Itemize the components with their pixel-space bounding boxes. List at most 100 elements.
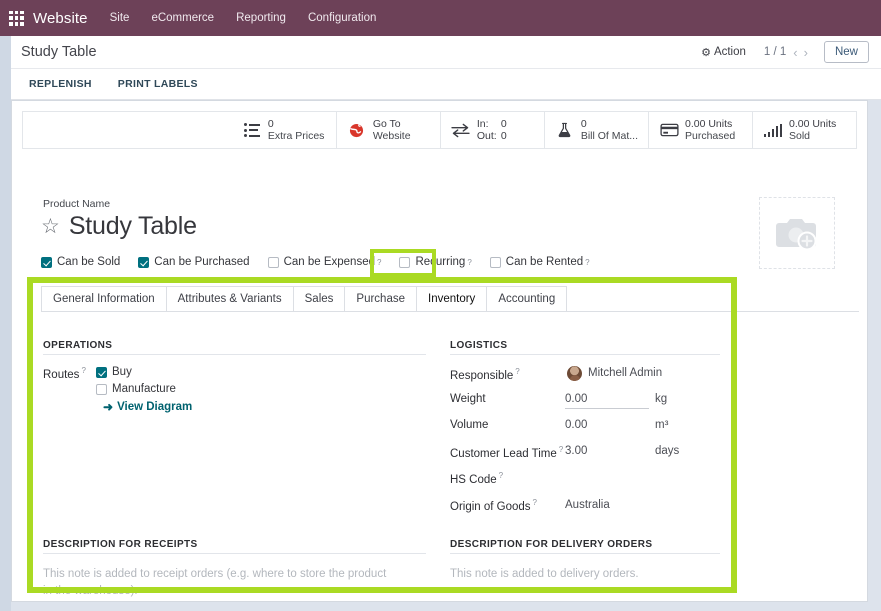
route-buy[interactable]: Buy <box>96 366 132 378</box>
nav-item-site[interactable]: Site <box>110 12 130 24</box>
checkbox-can-be-purchased[interactable]: Can be Purchased <box>138 256 250 268</box>
page-left-strip <box>0 36 11 611</box>
route-manufacture[interactable]: Manufacture <box>96 383 176 395</box>
action-label: Action <box>713 46 746 58</box>
help-icon-routes[interactable]: ? <box>81 366 85 375</box>
volume-unit: m³ <box>655 419 669 431</box>
stat-button-extra-prices-text: 0 Extra Prices <box>268 118 325 142</box>
stat-out-value: 0 <box>500 130 507 142</box>
tabs-underline <box>41 311 859 312</box>
checkbox-can-be-expensed[interactable]: Can be Expensed ? <box>267 256 381 268</box>
chevron-left-icon[interactable]: ‹ <box>793 45 797 60</box>
view-diagram-label: View Diagram <box>117 401 193 413</box>
checkbox-recurring-box[interactable] <box>399 256 411 268</box>
action-button[interactable]: ⚙ Action <box>701 46 746 59</box>
checkbox-route-manufacture[interactable] <box>96 383 107 395</box>
help-icon-origin-of-goods[interactable]: ? <box>533 498 537 507</box>
secondary-button-bar: REPLENISH PRINT LABELS <box>11 69 881 100</box>
operations-section-title: OPERATIONS <box>43 340 113 351</box>
gear-icon: ⚙ <box>701 46 711 59</box>
new-button[interactable]: New <box>823 41 869 63</box>
stat-button-bom-text: 0 Bill Of Mat... <box>581 118 638 142</box>
description-receipts-rule <box>43 553 426 554</box>
arrow-right-icon: ➜ <box>103 400 114 414</box>
control-panel-right: ⚙ Action 1 / 1 ‹ › New <box>701 41 881 63</box>
checkbox-can-be-rented-box[interactable] <box>489 256 501 268</box>
exchange-icon <box>451 123 471 138</box>
customer-lead-time-value[interactable]: 3.00 <box>565 445 587 457</box>
checkbox-can-be-purchased-label: Can be Purchased <box>154 256 250 268</box>
help-icon-can-be-expensed[interactable]: ? <box>377 258 381 267</box>
stat-button-go-to-website[interactable]: Go To Website <box>335 112 440 148</box>
logistics-section-title: LOGISTICS <box>450 340 508 351</box>
print-labels-button[interactable]: PRINT LABELS <box>118 78 198 90</box>
stat-in-label: In: <box>476 117 489 130</box>
description-receipts-input[interactable]: This note is added to receipt orders (e.… <box>43 566 393 600</box>
tab-inventory[interactable]: Inventory <box>416 286 488 311</box>
checkbox-can-be-sold-label: Can be Sold <box>57 256 121 268</box>
view-diagram-link[interactable]: ➜ View Diagram <box>103 400 192 414</box>
tab-accounting[interactable]: Accounting <box>486 286 568 311</box>
tab-attributes-variants[interactable]: Attributes & Variants <box>165 286 294 311</box>
responsible-label: Responsible? <box>450 367 520 382</box>
camera-add-icon <box>776 219 817 251</box>
hs-code-label-text: HS Code <box>450 473 497 486</box>
form-sheet-inner: 0 Extra Prices Go To Website In: 0 Out: … <box>12 101 867 601</box>
help-icon-hs-code[interactable]: ? <box>499 471 503 480</box>
checkbox-route-buy[interactable] <box>96 366 107 378</box>
product-image-placeholder[interactable] <box>759 197 835 269</box>
stat-in-value: 0 <box>500 117 507 130</box>
tab-general-information[interactable]: General Information <box>41 286 167 311</box>
replenish-button[interactable]: REPLENISH <box>29 78 92 90</box>
globe-icon <box>347 123 367 138</box>
form-sheet: 0 Extra Prices Go To Website In: 0 Out: … <box>11 100 868 602</box>
checkbox-can-be-purchased-box[interactable] <box>138 256 150 268</box>
checkbox-can-be-sold-box[interactable] <box>41 256 52 268</box>
weight-field-underline <box>565 408 649 409</box>
nav-item-ecommerce[interactable]: eCommerce <box>151 12 214 24</box>
checkbox-can-be-expensed-label: Can be Expensed <box>283 256 375 268</box>
navbar-brand[interactable]: Website <box>33 10 88 27</box>
stat-button-extra-prices[interactable]: 0 Extra Prices <box>232 112 336 148</box>
responsible-value[interactable]: Mitchell Admin <box>588 367 662 379</box>
stat-in-row: In: 0 <box>477 118 507 131</box>
help-icon-customer-lead-time[interactable]: ? <box>559 445 563 454</box>
nav-item-reporting[interactable]: Reporting <box>236 12 286 24</box>
stat-button-in-out[interactable]: In: 0 Out: 0 <box>439 112 544 148</box>
help-icon-recurring[interactable]: ? <box>467 258 471 267</box>
responsible-label-text: Responsible <box>450 369 514 382</box>
route-manufacture-label: Manufacture <box>112 383 176 395</box>
stat-website-label: Website <box>372 130 411 142</box>
chevron-right-icon[interactable]: › <box>804 45 808 60</box>
checkbox-recurring[interactable]: Recurring ? <box>399 256 472 268</box>
page-title[interactable]: Study Table <box>69 212 197 241</box>
tab-purchase[interactable]: Purchase <box>344 286 417 311</box>
list-icon <box>242 123 262 137</box>
tab-sales[interactable]: Sales <box>292 286 346 311</box>
customer-lead-time-label-text: Customer Lead Time <box>450 447 557 460</box>
stat-button-purchased[interactable]: 0.00 Units Purchased <box>648 112 752 148</box>
avatar <box>567 366 582 381</box>
stat-extra-prices-label: Extra Prices <box>267 130 325 142</box>
pager-count: 1 / 1 <box>763 46 787 58</box>
volume-label: Volume <box>450 419 489 431</box>
stat-button-bill-of-materials[interactable]: 0 Bill Of Mat... <box>543 112 648 148</box>
product-name-label: Product Name <box>43 198 111 210</box>
volume-value[interactable]: 0.00 <box>565 419 587 431</box>
stat-button-sold[interactable]: 0.00 Units Sold <box>752 112 856 148</box>
checkbox-can-be-rented[interactable]: Can be Rented ? <box>489 256 590 268</box>
help-icon-can-be-rented[interactable]: ? <box>585 258 589 267</box>
apps-grid-icon[interactable] <box>9 10 24 26</box>
checkbox-can-be-expensed-box[interactable] <box>267 256 279 268</box>
nav-item-configuration[interactable]: Configuration <box>308 12 376 24</box>
help-icon-responsible[interactable]: ? <box>515 367 519 376</box>
top-navbar: Website Site eCommerce Reporting Configu… <box>0 0 881 36</box>
description-delivery-input[interactable]: This note is added to delivery orders. <box>450 566 710 583</box>
checkbox-can-be-sold[interactable]: Can be Sold <box>41 256 120 268</box>
breadcrumb[interactable]: Study Table <box>21 44 97 60</box>
weight-value[interactable]: 0.00 <box>565 393 587 405</box>
credit-card-icon <box>659 123 679 137</box>
star-outline-icon[interactable]: ☆ <box>41 216 60 237</box>
origin-of-goods-value[interactable]: Australia <box>565 499 610 511</box>
routes-label: Routes? <box>43 366 86 381</box>
